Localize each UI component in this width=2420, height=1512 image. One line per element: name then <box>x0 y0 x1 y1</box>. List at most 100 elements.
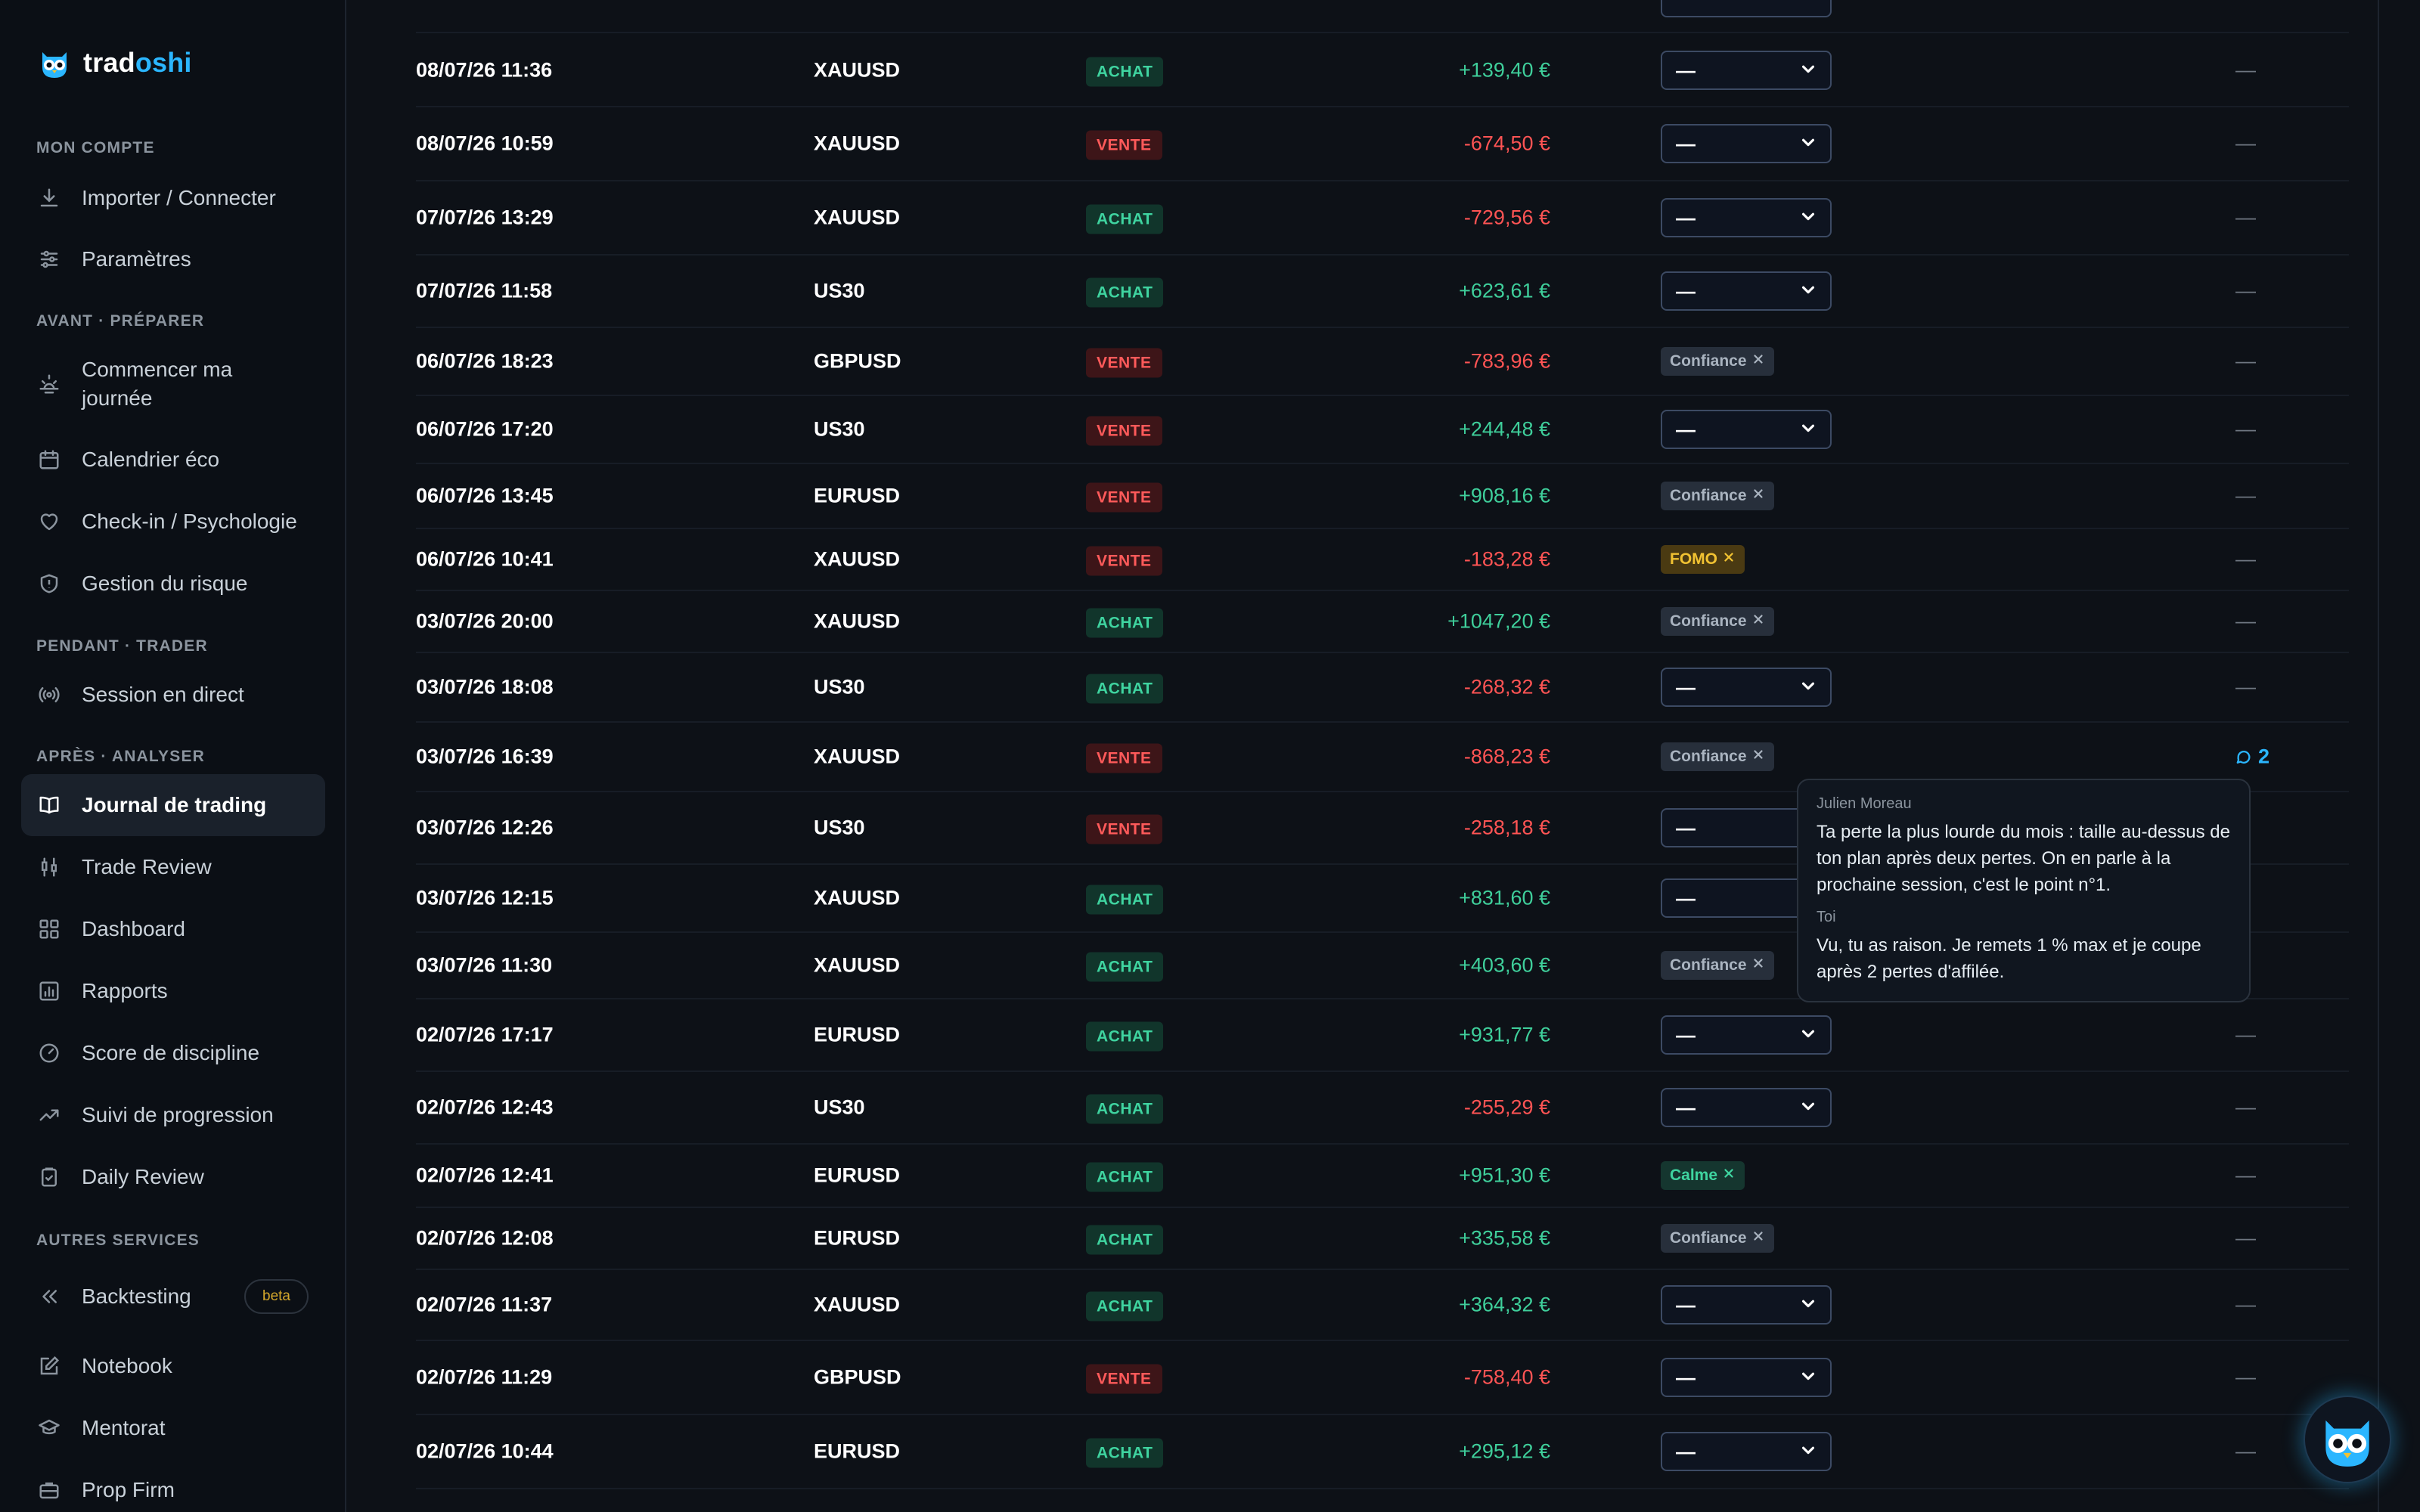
sidebar-item-mentorat[interactable]: Mentorat <box>21 1405 325 1451</box>
emotion-select[interactable]: — <box>1661 668 1832 707</box>
chevron-down-icon <box>1800 1024 1817 1047</box>
sidebar-item-label: Daily Review <box>82 1165 204 1188</box>
remove-tag-icon[interactable] <box>1751 352 1765 370</box>
comment-empty: — <box>2235 1095 2256 1119</box>
trade-comments: — <box>2235 676 2256 699</box>
table-row[interactable]: 02/07/26 10:44 EURUSD ACHAT +295,12 € — … <box>416 1415 2349 1489</box>
emotion-select[interactable]: — <box>1661 1358 1832 1397</box>
trend-icon <box>38 1104 60 1126</box>
trade-side-badge: VENTE <box>1086 814 1162 844</box>
trade-side-badge: ACHAT <box>1086 1021 1164 1052</box>
table-row[interactable]: 06/07/26 10:41 XAUUSD VENTE -183,28 € FO… <box>416 529 2349 591</box>
table-row[interactable]: 06/07/26 17:20 US30 VENTE +244,48 € — — <box>416 396 2349 464</box>
remove-tag-icon[interactable] <box>1751 748 1765 766</box>
comment-empty: — <box>2235 1293 2256 1316</box>
comment-count-button[interactable]: 2 <box>2235 745 2270 769</box>
emotion-tag-label: Calme <box>1670 1167 1718 1184</box>
emotion-select[interactable]: — <box>1661 1088 1832 1127</box>
remove-tag-icon[interactable] <box>1751 1229 1765 1247</box>
comment-message: Ta perte la plus lourde du mois : taille… <box>1817 822 2230 895</box>
trade-side-badge: ACHAT <box>1086 608 1164 638</box>
trade-pnl: -868,23 € <box>1463 745 1550 768</box>
table-row[interactable]: 02/07/26 11:29 GBPUSD VENTE -758,40 € — … <box>416 1341 2349 1415</box>
trade-date: 06/07/26 13:45 <box>416 484 554 507</box>
trade-symbol: XAUUSD <box>814 547 901 571</box>
book-icon <box>38 794 60 816</box>
emotion-select[interactable]: — <box>1661 271 1832 311</box>
table-row[interactable]: 02/07/26 12:08 EURUSD ACHAT +335,58 € Co… <box>416 1208 2349 1270</box>
table-row[interactable]: 07/07/26 11:58 US30 ACHAT +623,61 € — — <box>416 256 2349 328</box>
trade-comments: — <box>2235 485 2256 508</box>
table-row[interactable]: 08/07/26 11:36 XAUUSD ACHAT +139,40 € — … <box>416 35 2349 107</box>
table-row[interactable]: 02/07/26 17:17 EURUSD ACHAT +931,77 € — … <box>416 999 2349 1072</box>
sidebar-item-prop-firm[interactable]: Prop Firm <box>21 1467 325 1512</box>
trade-side-badge: VENTE <box>1086 416 1162 446</box>
rewind-icon <box>38 1285 60 1308</box>
trade-pnl: -258,18 € <box>1463 816 1550 839</box>
table-row[interactable]: 02/07/26 12:41 EURUSD ACHAT +951,30 € Ca… <box>416 1145 2349 1208</box>
remove-tag-icon[interactable] <box>1722 1167 1736 1185</box>
emotion-select[interactable]: — <box>1661 1015 1832 1055</box>
sidebar-item-checkin[interactable]: Check-in / Psychologie <box>21 499 325 544</box>
sidebar-item-suivi[interactable]: Suivi de progression <box>21 1092 325 1138</box>
sidebar-item-label: Gestion du risque <box>82 572 248 595</box>
trade-comments: — <box>2235 280 2256 303</box>
table-row[interactable]: 03/07/26 20:00 XAUUSD ACHAT +1047,20 € C… <box>416 591 2349 653</box>
trade-symbol: XAUUSD <box>814 886 901 909</box>
trade-symbol: EURUSD <box>814 1163 901 1187</box>
table-row[interactable]: 07/07/26 13:29 XAUUSD ACHAT -729,56 € — … <box>416 181 2349 256</box>
sidebar-item-daily-review[interactable]: Daily Review <box>21 1154 325 1200</box>
sidebar-item-commencer[interactable]: Commencer ma journée <box>21 349 325 419</box>
emotion-select[interactable]: — <box>1661 1285 1832 1325</box>
trade-pnl: +244,48 € <box>1459 417 1550 441</box>
emotion-tag-label: Confiance <box>1670 748 1747 765</box>
remove-tag-icon[interactable] <box>1751 956 1765 974</box>
section-apres: APRÈS · ANALYSER <box>36 748 206 765</box>
trade-symbol: EURUSD <box>814 1023 901 1046</box>
table-row[interactable]: 08/07/26 10:59 XAUUSD VENTE -674,50 € — … <box>416 107 2349 181</box>
sidebar-item-score[interactable]: Score de discipline <box>21 1030 325 1076</box>
sidebar-item-label: Commencer ma journée <box>82 358 233 410</box>
sidebar-item-session[interactable]: Session en direct <box>21 672 325 717</box>
sidebar-item-rapports[interactable]: Rapports <box>21 968 325 1014</box>
emotion-select-value: — <box>1676 1439 1696 1463</box>
sidebar-item-journal[interactable]: Journal de trading <box>21 774 325 836</box>
emotion-select[interactable]: — <box>1661 198 1832 237</box>
table-row[interactable]: 02/07/26 12:43 US30 ACHAT -255,29 € — — <box>416 1072 2349 1145</box>
emotion-select[interactable] <box>1661 0 1832 17</box>
remove-tag-icon[interactable] <box>1722 550 1736 569</box>
sidebar-item-calendrier[interactable]: Calendrier éco <box>21 437 325 482</box>
section-mon-compte: MON COMPTE <box>36 139 155 156</box>
table-row[interactable]: 03/07/26 18:08 US30 ACHAT -268,32 € — — <box>416 653 2349 723</box>
emotion-select-value: — <box>1676 816 1696 839</box>
brand-logo[interactable]: tradoshi <box>36 42 192 83</box>
sidebar-item-notebook[interactable]: Notebook <box>21 1343 325 1389</box>
emotion-select[interactable]: — <box>1661 124 1832 163</box>
trade-pnl: -183,28 € <box>1463 547 1550 571</box>
table-row[interactable]: 06/07/26 18:23 GBPUSD VENTE -783,96 € Co… <box>416 328 2349 396</box>
trade-comments: — <box>2235 59 2256 82</box>
sidebar-item-importer[interactable]: Importer / Connecter <box>21 175 325 221</box>
trade-symbol: US30 <box>814 279 865 302</box>
emotion-select[interactable]: — <box>1661 1432 1832 1471</box>
chevron-down-icon <box>1800 1294 1817 1317</box>
table-row[interactable]: 06/07/26 13:45 EURUSD VENTE +908,16 € Co… <box>416 464 2349 529</box>
assistant-mascot-button[interactable] <box>2304 1396 2391 1483</box>
trade-date: 08/07/26 10:59 <box>416 132 554 155</box>
emotion-select[interactable]: — <box>1661 410 1832 449</box>
sidebar-item-backtesting[interactable]: Backtesting beta <box>21 1273 325 1320</box>
emotion-select[interactable]: — <box>1661 51 1832 90</box>
sidebar-item-trade-review[interactable]: Trade Review <box>21 844 325 890</box>
trade-symbol: EURUSD <box>814 484 901 507</box>
sidebar-item-parametres[interactable]: Paramètres <box>21 237 325 282</box>
remove-tag-icon[interactable] <box>1751 487 1765 505</box>
sidebar-item-dashboard[interactable]: Dashboard <box>21 906 325 952</box>
emotion-select-value: — <box>1676 1023 1696 1046</box>
table-row[interactable]: 02/07/26 11:37 XAUUSD ACHAT +364,32 € — … <box>416 1270 2349 1341</box>
sidebar-item-risque[interactable]: Gestion du risque <box>21 561 325 606</box>
remove-tag-icon[interactable] <box>1751 612 1765 631</box>
trade-side-badge: VENTE <box>1086 546 1162 576</box>
trade-side-badge: VENTE <box>1086 348 1162 378</box>
trade-comments: — <box>2235 1294 2256 1317</box>
comment-empty: — <box>2235 132 2256 155</box>
